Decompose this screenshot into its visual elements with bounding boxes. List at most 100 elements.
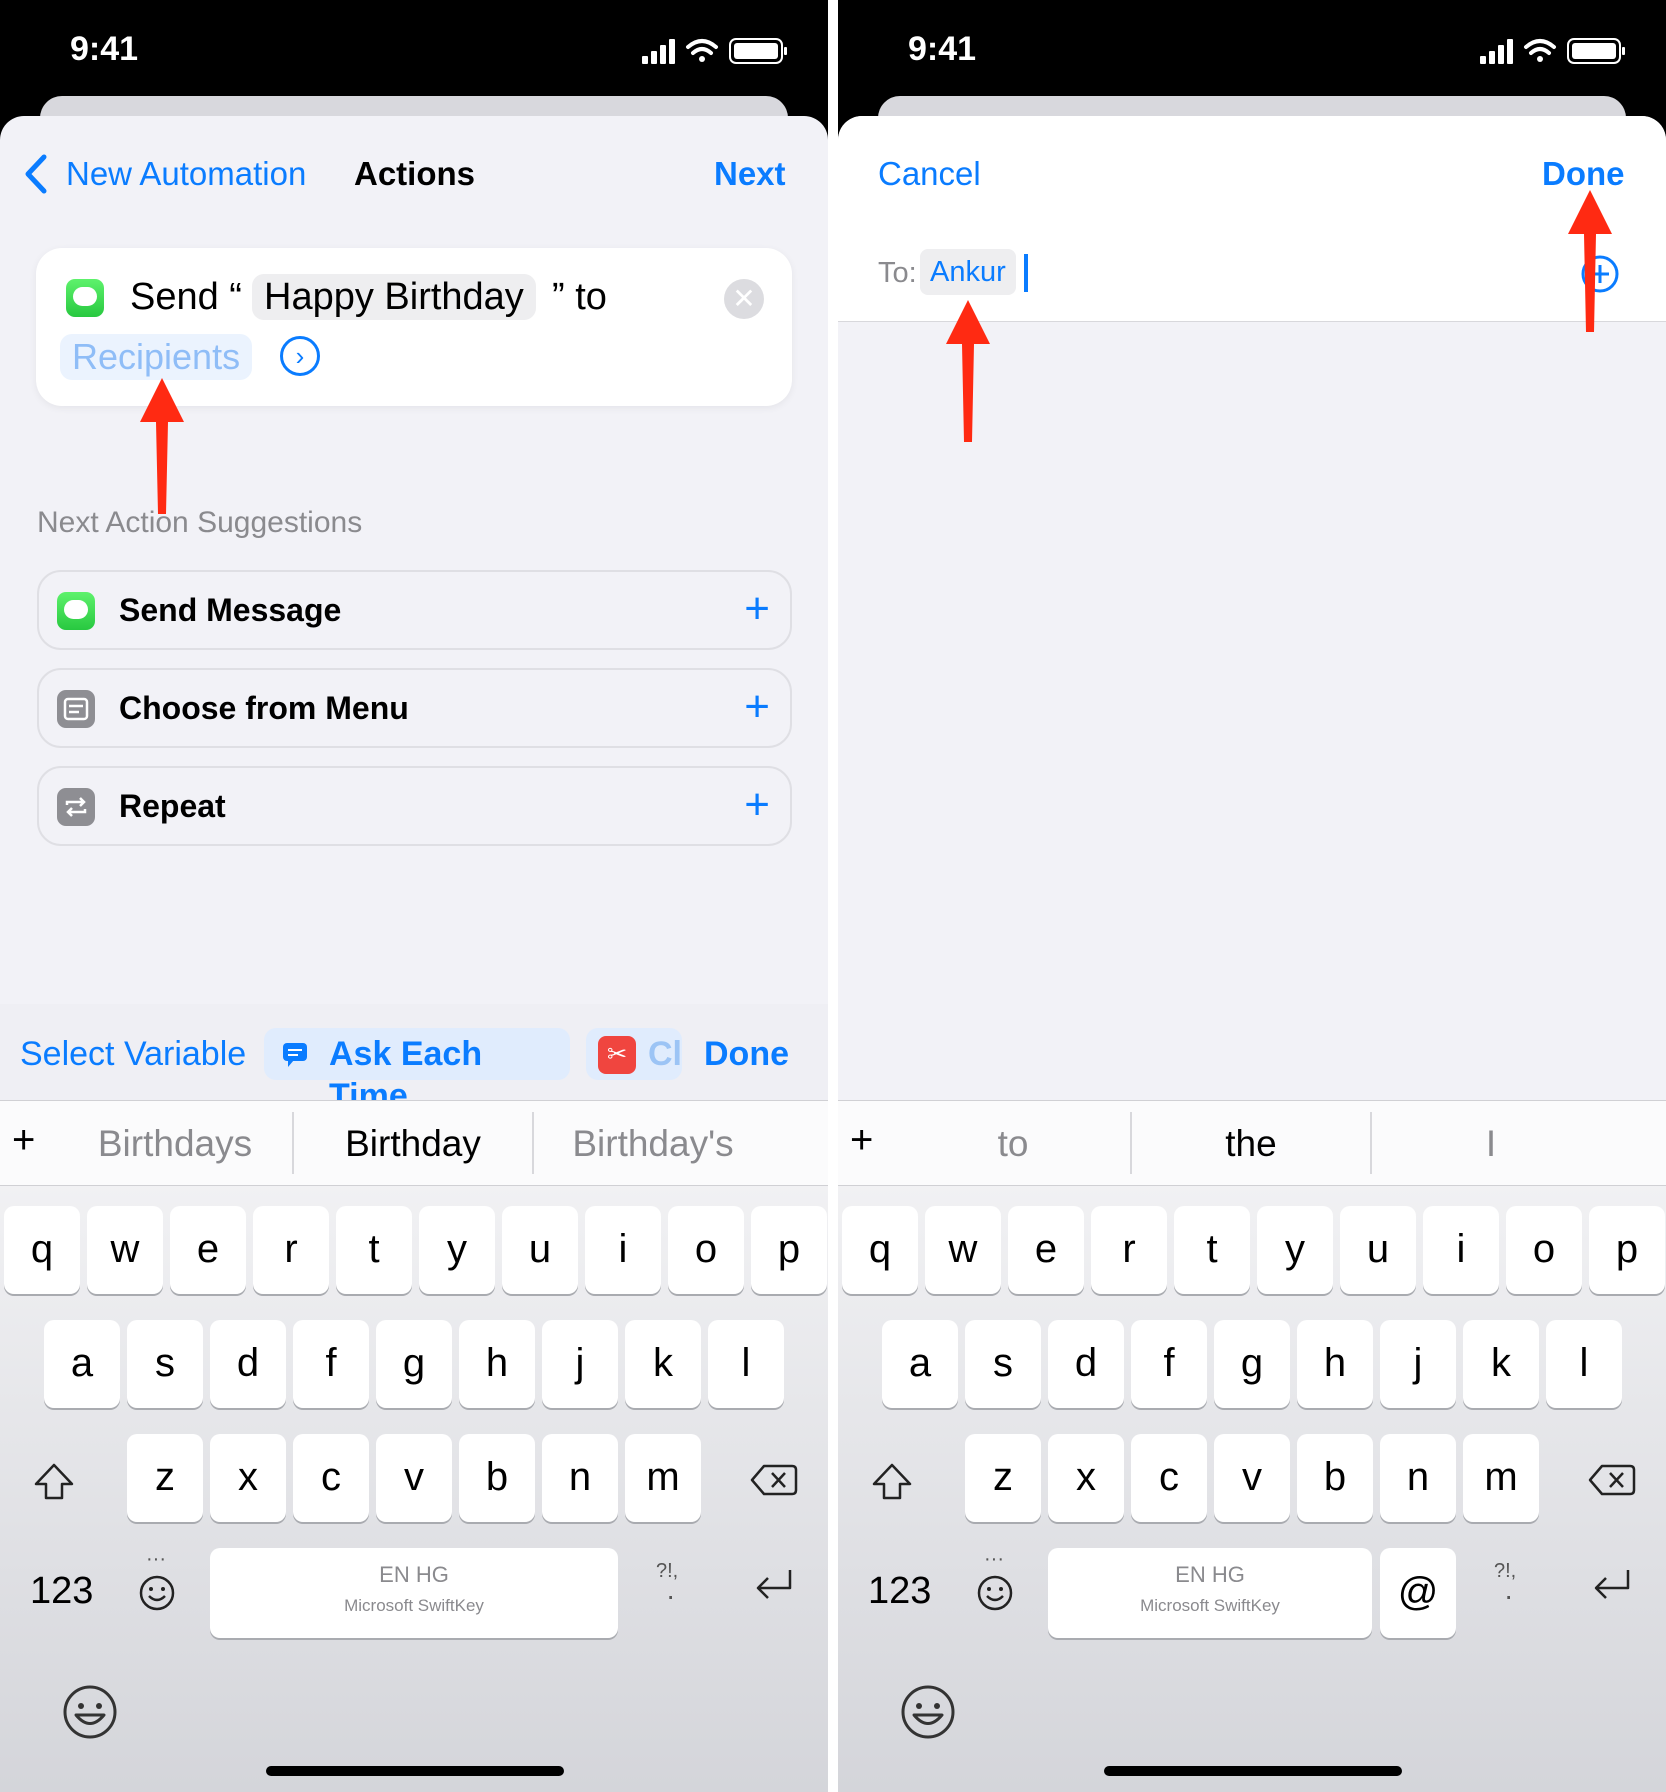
key-g[interactable]: g <box>1214 1320 1290 1408</box>
suggestion-label: Choose from Menu <box>119 690 409 726</box>
prediction-2[interactable]: Birthday <box>298 1121 528 1167</box>
numbers-key[interactable]: 123 <box>30 1570 93 1613</box>
emoji-key-icon[interactable] <box>976 1574 1014 1612</box>
key-i[interactable]: i <box>585 1206 661 1294</box>
key-h[interactable]: h <box>459 1320 535 1408</box>
next-button[interactable]: Next <box>714 154 786 194</box>
key-j[interactable]: j <box>1380 1320 1456 1408</box>
toolbar-plus-icon[interactable]: + <box>12 1118 35 1163</box>
key-e[interactable]: e <box>170 1206 246 1294</box>
key-x[interactable]: x <box>1048 1434 1124 1522</box>
key-z[interactable]: z <box>127 1434 203 1522</box>
backspace-icon[interactable] <box>1588 1460 1636 1500</box>
done-button[interactable]: Done <box>704 1034 789 1074</box>
clipboard-chip[interactable]: ✂ Cl <box>586 1028 682 1080</box>
space-bar[interactable]: EN HG Microsoft SwiftKey <box>210 1548 618 1638</box>
key-n[interactable]: n <box>542 1434 618 1522</box>
key-q[interactable]: q <box>842 1206 918 1294</box>
key-m[interactable]: m <box>625 1434 701 1522</box>
key-y[interactable]: y <box>1257 1206 1333 1294</box>
key-a[interactable]: a <box>882 1320 958 1408</box>
suggestion-send-message[interactable]: Send Message + <box>37 570 792 650</box>
key-w[interactable]: w <box>925 1206 1001 1294</box>
key-j[interactable]: j <box>542 1320 618 1408</box>
space-bar[interactable]: EN HG Microsoft SwiftKey <box>1048 1548 1372 1638</box>
space-lang: EN HG <box>379 1562 449 1587</box>
backspace-icon[interactable] <box>750 1460 798 1500</box>
key-l[interactable]: l <box>708 1320 784 1408</box>
recipient-token[interactable]: Ankur <box>920 249 1016 295</box>
key-o[interactable]: o <box>1506 1206 1582 1294</box>
back-chevron-icon[interactable] <box>22 153 50 195</box>
key-r[interactable]: r <box>253 1206 329 1294</box>
key-y[interactable]: y <box>419 1206 495 1294</box>
key-c[interactable]: c <box>293 1434 369 1522</box>
cancel-button[interactable]: Cancel <box>878 154 981 194</box>
key-h[interactable]: h <box>1297 1320 1373 1408</box>
key-s[interactable]: s <box>127 1320 203 1408</box>
prediction-2[interactable]: the <box>1136 1121 1366 1167</box>
key-k[interactable]: k <box>1463 1320 1539 1408</box>
prediction-3[interactable]: I <box>1376 1121 1606 1167</box>
remove-action-icon[interactable]: ✕ <box>724 279 764 319</box>
emoji-keyboard-icon[interactable] <box>900 1684 956 1740</box>
prediction-1[interactable]: Birthdays <box>60 1121 290 1167</box>
key-z[interactable]: z <box>965 1434 1041 1522</box>
key-d[interactable]: d <box>210 1320 286 1408</box>
key-o[interactable]: o <box>668 1206 744 1294</box>
key-f[interactable]: f <box>1131 1320 1207 1408</box>
key-d[interactable]: d <box>1048 1320 1124 1408</box>
emoji-keyboard-icon[interactable] <box>62 1684 118 1740</box>
at-key[interactable]: @ <box>1380 1548 1456 1638</box>
key-v[interactable]: v <box>1214 1434 1290 1522</box>
key-p[interactable]: p <box>751 1206 827 1294</box>
toolbar-plus-icon[interactable]: + <box>850 1118 873 1163</box>
recipients-field[interactable]: Recipients <box>60 334 253 380</box>
add-icon[interactable]: + <box>744 682 770 732</box>
return-icon[interactable] <box>752 1566 796 1606</box>
shift-icon[interactable] <box>870 1460 914 1504</box>
numbers-key[interactable]: 123 <box>868 1570 931 1613</box>
prediction-divider <box>532 1112 534 1174</box>
prediction-3[interactable]: Birthday's <box>538 1121 768 1167</box>
expand-chevron-icon[interactable]: › <box>280 336 320 376</box>
key-k[interactable]: k <box>625 1320 701 1408</box>
key-e[interactable]: e <box>1008 1206 1084 1294</box>
key-p[interactable]: p <box>1589 1206 1665 1294</box>
key-x[interactable]: x <box>210 1434 286 1522</box>
key-w[interactable]: w <box>87 1206 163 1294</box>
messages-icon <box>66 279 104 317</box>
suggestion-choose-from-menu[interactable]: Choose from Menu + <box>37 668 792 748</box>
key-r[interactable]: r <box>1091 1206 1167 1294</box>
suggestion-repeat[interactable]: Repeat + <box>37 766 792 846</box>
key-u[interactable]: u <box>502 1206 578 1294</box>
key-i[interactable]: i <box>1423 1206 1499 1294</box>
key-f[interactable]: f <box>293 1320 369 1408</box>
add-icon[interactable]: + <box>744 780 770 830</box>
ask-each-time-chip[interactable]: Ask Each Time <box>264 1028 570 1115</box>
message-token[interactable]: Happy Birthday <box>252 274 536 320</box>
done-button[interactable]: Done <box>1542 154 1625 194</box>
key-u[interactable]: u <box>1340 1206 1416 1294</box>
key-m[interactable]: m <box>1463 1434 1539 1522</box>
key-t[interactable]: t <box>336 1206 412 1294</box>
key-b[interactable]: b <box>1297 1434 1373 1522</box>
key-l[interactable]: l <box>1546 1320 1622 1408</box>
select-variable-button[interactable]: Select Variable <box>20 1034 246 1074</box>
emoji-key-icon[interactable] <box>138 1574 176 1612</box>
return-icon[interactable] <box>1590 1566 1634 1606</box>
key-n[interactable]: n <box>1380 1434 1456 1522</box>
shift-icon[interactable] <box>32 1460 76 1504</box>
key-g[interactable]: g <box>376 1320 452 1408</box>
key-v[interactable]: v <box>376 1434 452 1522</box>
prediction-1[interactable]: to <box>898 1121 1128 1167</box>
key-b[interactable]: b <box>459 1434 535 1522</box>
add-icon[interactable]: + <box>744 584 770 634</box>
key-a[interactable]: a <box>44 1320 120 1408</box>
key-q[interactable]: q <box>4 1206 80 1294</box>
back-button[interactable]: New Automation <box>66 154 306 194</box>
key-t[interactable]: t <box>1174 1206 1250 1294</box>
repeat-icon <box>57 788 95 826</box>
key-c[interactable]: c <box>1131 1434 1207 1522</box>
key-s[interactable]: s <box>965 1320 1041 1408</box>
